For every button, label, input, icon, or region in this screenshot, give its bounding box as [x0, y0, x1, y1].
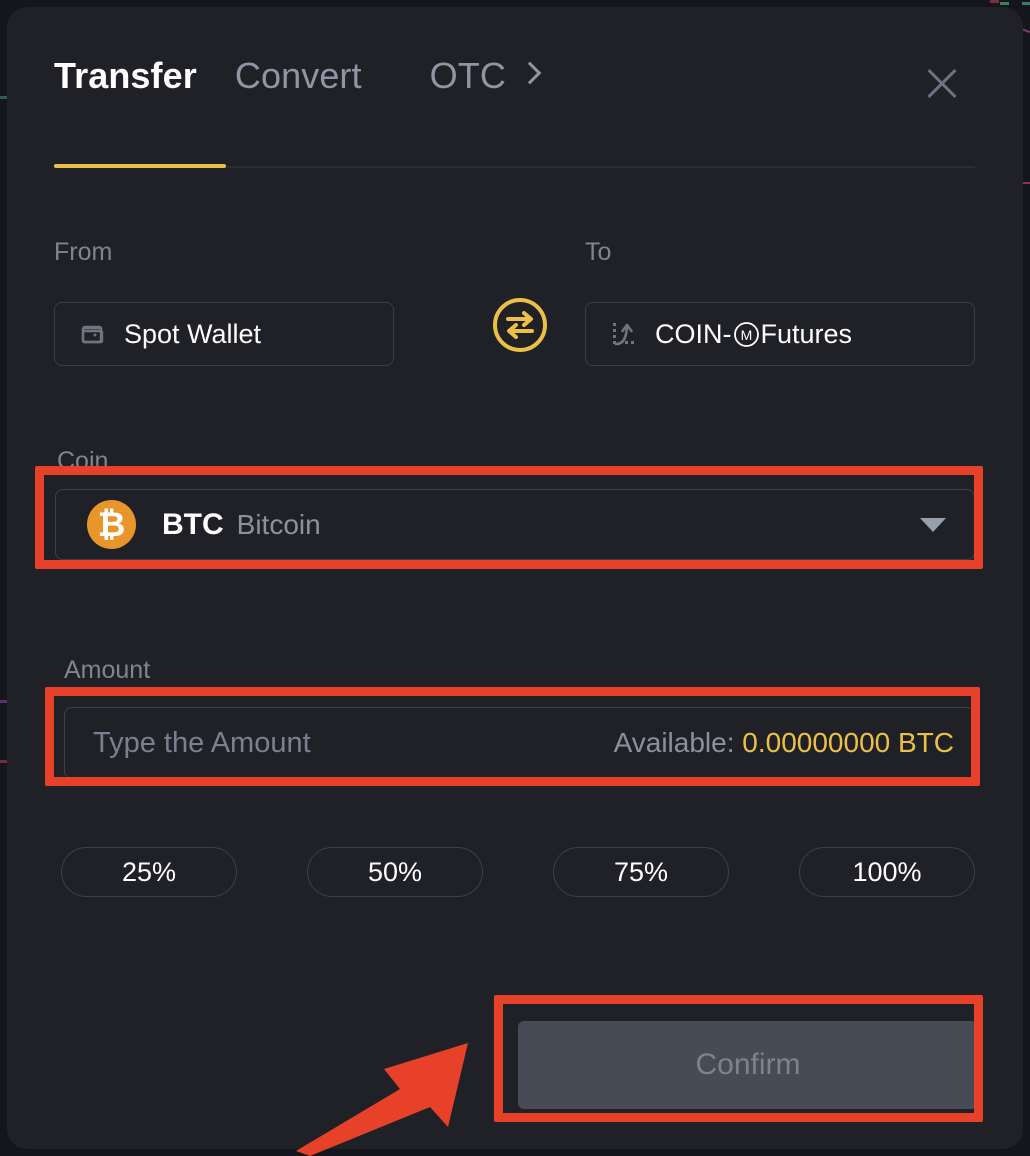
futures-chart-icon — [613, 323, 634, 346]
tab-otc-label: OTC — [429, 55, 506, 96]
to-label: To — [585, 238, 612, 266]
to-wallet-value: COIN- M Futures — [655, 319, 852, 350]
chevron-right-icon — [518, 61, 542, 85]
percent-option-100[interactable]: 100% — [799, 847, 975, 897]
close-icon[interactable] — [921, 62, 963, 104]
chevron-down-icon — [920, 517, 946, 532]
amount-label: Amount — [64, 656, 151, 684]
confirm-button[interactable]: Confirm — [518, 1021, 978, 1109]
from-wallet-value: Spot Wallet — [124, 318, 262, 349]
tab-convert[interactable]: Convert — [235, 55, 400, 97]
to-wallet-select[interactable]: COIN- M Futures — [585, 302, 975, 366]
bitcoin-logo-icon: ₿ — [87, 500, 136, 549]
tab-transfer[interactable]: Transfer — [54, 55, 197, 97]
coin-full-name: Bitcoin — [236, 508, 321, 540]
available-balance-prefix: Available: — [613, 727, 743, 758]
amount-field-wrapper: Available: 0.00000000 BTC — [64, 707, 975, 779]
to-wallet-value-prefix: COIN- — [655, 318, 732, 349]
percent-options: 25% 50% 75% 100% — [61, 847, 975, 897]
to-wallet-value-suffix: Futures — [760, 318, 853, 349]
background-chart-tick — [1000, 2, 1009, 5]
from-wallet-select[interactable]: Spot Wallet — [54, 302, 394, 366]
modal-tabs: Transfer Convert OTC — [54, 55, 568, 97]
percent-option-25[interactable]: 25% — [61, 847, 237, 897]
tab-otc[interactable]: OTC — [429, 55, 542, 97]
coin-select[interactable]: ₿ BTC Bitcoin — [55, 489, 975, 560]
amount-input[interactable] — [91, 725, 515, 761]
background-chart-tick — [990, 0, 999, 3]
swap-direction-button[interactable] — [491, 296, 549, 354]
available-balance: Available: 0.00000000 BTC — [614, 727, 954, 759]
background-chart-tick — [1022, 2, 1030, 5]
available-balance-value: 0.00000000 BTC — [742, 727, 954, 758]
wallet-icon — [81, 325, 104, 344]
svg-text:M: M — [740, 327, 752, 343]
coin-margined-badge-icon: M — [733, 321, 759, 347]
coin-label: Coin — [57, 447, 109, 475]
percent-option-50[interactable]: 50% — [307, 847, 483, 897]
tab-active-indicator — [54, 164, 226, 168]
transfer-modal: Transfer Convert OTC From Spot Wallet To — [7, 7, 1023, 1149]
coin-symbol: BTC — [162, 507, 224, 541]
from-label: From — [54, 238, 113, 266]
swap-arrows-icon — [493, 298, 547, 352]
percent-option-75[interactable]: 75% — [553, 847, 729, 897]
